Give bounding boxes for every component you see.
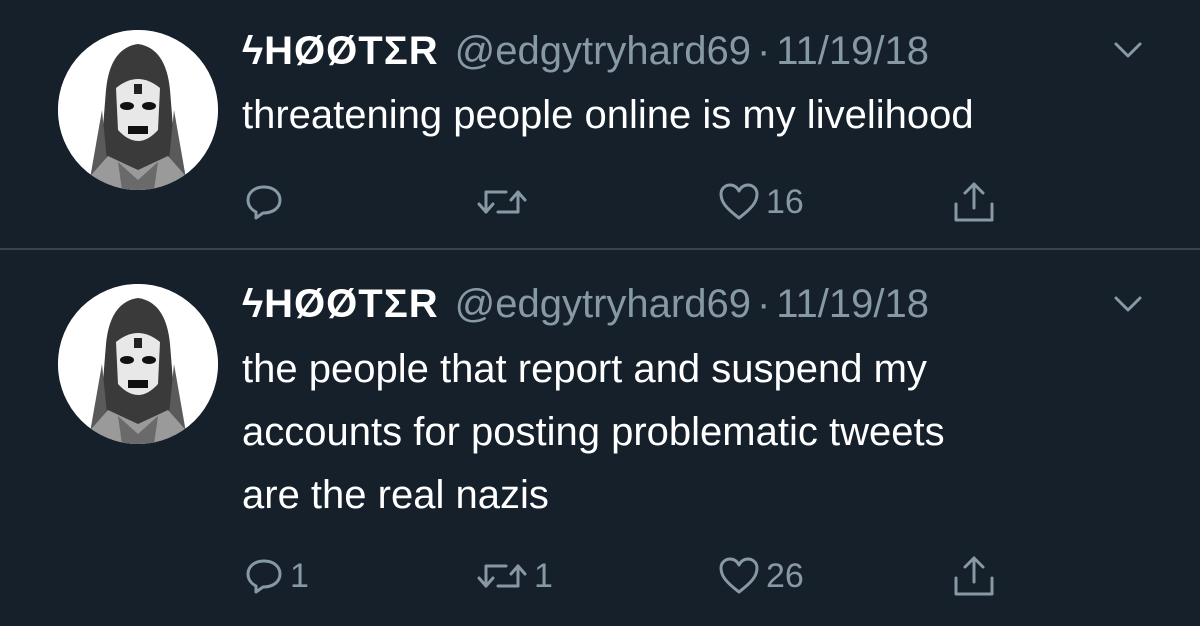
chevron-down-icon[interactable] [1110,290,1146,318]
share-button[interactable] [950,550,998,602]
like-count: 16 [766,182,804,221]
reply-count: 1 [290,556,309,595]
user-handle[interactable]: @edgytryhard69 [455,26,751,76]
retweet-button[interactable]: 1 [476,550,553,602]
separator: · [756,282,771,326]
share-icon [950,180,998,224]
tweet-text-line: are the real nazis [242,473,549,517]
heart-icon [718,556,760,596]
tweet-date[interactable]: 11/19/18 [776,279,929,329]
tweet[interactable]: ϟHØØTΣR @edgytryhard69 · 11/19/18 threat… [0,0,1200,248]
tweet-actions: 16 [0,176,1200,228]
tweet-text-line: accounts for posting problematic tweets [242,410,945,454]
tweet[interactable]: ϟHØØTΣR @edgytryhard69 · 11/19/18 the pe… [0,250,1200,626]
display-name[interactable]: ϟHØØTΣR [242,279,439,329]
heart-icon [718,182,760,222]
like-button[interactable]: 26 [718,550,804,602]
user-handle[interactable]: @edgytryhard69 [455,279,751,329]
retweet-count: 1 [534,556,553,595]
reply-icon [244,556,284,596]
tweet-header: ϟHØØTΣR @edgytryhard69 · 11/19/18 [242,279,929,329]
like-count: 26 [766,556,804,595]
tweet-text-line: the people that report and suspend my [242,347,927,391]
share-button[interactable] [950,176,998,228]
tweet-text-line: threatening people online is my liveliho… [242,93,974,137]
tweet-text: the people that report and suspend my ac… [242,338,1142,527]
tweet-header: ϟHØØTΣR @edgytryhard69 · 11/19/18 [242,26,929,76]
chevron-down-icon[interactable] [1110,36,1146,64]
tweet-actions: 1 1 26 [0,550,1200,602]
avatar[interactable] [58,30,218,190]
like-button[interactable]: 16 [718,176,804,228]
tweet-text: threatening people online is my liveliho… [242,84,1142,147]
tweet-date[interactable]: 11/19/18 [776,26,929,76]
share-icon [950,554,998,598]
reply-button[interactable] [244,176,290,228]
reply-button[interactable]: 1 [244,550,309,602]
display-name[interactable]: ϟHØØTΣR [242,26,439,76]
reply-icon [244,182,284,222]
retweet-button[interactable] [476,176,534,228]
separator: · [756,29,771,73]
retweet-icon [476,556,528,596]
avatar[interactable] [58,284,218,444]
retweet-icon [476,182,528,222]
